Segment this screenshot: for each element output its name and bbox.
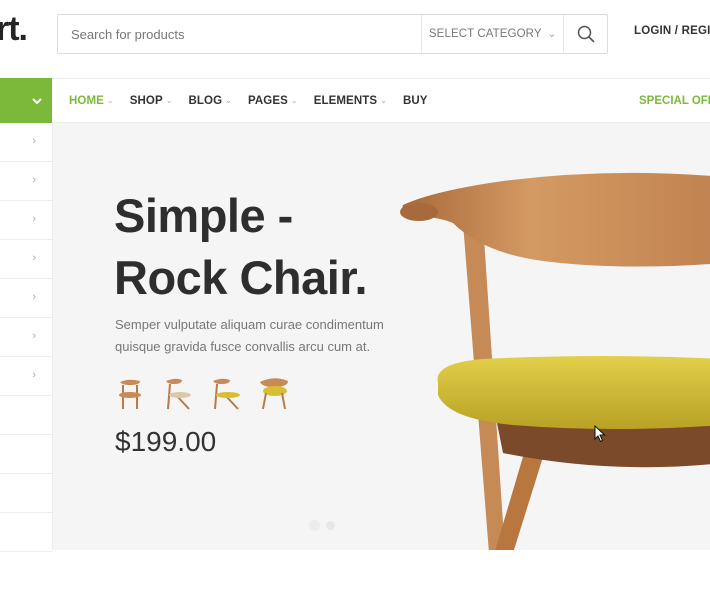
special-offer-link[interactable]: SPECIAL OFFE [639, 79, 710, 122]
select-category-dropdown[interactable]: SELECT CATEGORY ⌄ [421, 15, 563, 53]
chevron-down-icon: ⌄ [225, 96, 232, 105]
search-bar: SELECT CATEGORY ⌄ [57, 14, 608, 54]
chevron-right-icon: › [32, 174, 36, 186]
chevron-down-icon: ⌄ [106, 96, 114, 105]
chevron-right-icon: › [32, 252, 36, 264]
category-item[interactable]: › [0, 123, 52, 162]
main-menu: HOME ⌄ SHOP ⌄ BLOG ⌄ PAGES ⌄ ELEMENTS ⌄ BUY [69, 79, 444, 122]
menu-item-buy[interactable]: BUY [403, 95, 428, 107]
hero-slider: Simple - Rock Chair. Semper vulputate al… [53, 123, 710, 550]
chevron-right-icon: › [32, 330, 36, 342]
menu-item-elements[interactable]: ELEMENTS ⌄ [314, 95, 387, 107]
category-sidebar: › › › › › › › [0, 123, 53, 552]
select-category-label: SELECT CATEGORY [428, 28, 542, 40]
browse-categories-button[interactable] [0, 78, 52, 124]
hero-description: Semper vulputate aliquam curae condiment… [115, 317, 384, 354]
category-item[interactable] [0, 513, 52, 552]
chair-thumbnail-4[interactable] [258, 373, 290, 411]
chevron-down-icon: ⌄ [290, 96, 298, 105]
rock-chair-image [400, 172, 710, 550]
chevron-down-icon [32, 97, 42, 104]
slider-dot-2[interactable] [326, 521, 335, 530]
category-item[interactable]: › [0, 357, 52, 396]
menu-item-pages[interactable]: PAGES ⌄ [248, 95, 298, 107]
chevron-down-icon: ⌄ [380, 96, 387, 105]
slider-dot-1[interactable] [309, 520, 320, 531]
site-logo[interactable]: rt. [0, 10, 28, 49]
chevron-down-icon: ⌄ [547, 28, 557, 40]
chair-thumbnail-2[interactable] [162, 373, 194, 411]
chevron-right-icon: › [32, 291, 36, 303]
category-item[interactable]: › [0, 201, 52, 240]
menu-item-home[interactable]: HOME ⌄ [69, 95, 114, 107]
login-register-link[interactable]: LOGIN / REGIS [634, 25, 710, 37]
search-icon [577, 25, 594, 43]
search-input[interactable] [58, 15, 421, 53]
category-item[interactable]: › [0, 318, 52, 357]
category-item[interactable] [0, 435, 52, 474]
category-item[interactable] [0, 396, 52, 435]
category-item[interactable]: › [0, 279, 52, 318]
product-variant-thumbnails [114, 373, 290, 411]
chevron-right-icon: › [32, 213, 36, 225]
category-item[interactable]: › [0, 240, 52, 279]
category-item[interactable] [0, 474, 52, 513]
search-button[interactable] [563, 15, 607, 53]
chair-thumbnail-3[interactable] [210, 373, 242, 411]
mouse-cursor-icon [594, 425, 606, 443]
chevron-right-icon: › [32, 135, 36, 147]
product-price: $199.00 [115, 426, 217, 457]
chevron-right-icon: › [32, 369, 36, 381]
hero-title: Simple - Rock Chair. [114, 189, 368, 304]
menu-item-shop[interactable]: SHOP ⌄ [130, 95, 173, 107]
chevron-down-icon: ⌄ [165, 96, 173, 105]
category-item[interactable]: › [0, 162, 52, 201]
chair-thumbnail-1[interactable] [114, 373, 146, 411]
slider-pagination [309, 520, 335, 531]
menu-item-blog[interactable]: BLOG ⌄ [189, 95, 232, 107]
main-navbar: HOME ⌄ SHOP ⌄ BLOG ⌄ PAGES ⌄ ELEMENTS ⌄ BUY S… [0, 78, 710, 124]
